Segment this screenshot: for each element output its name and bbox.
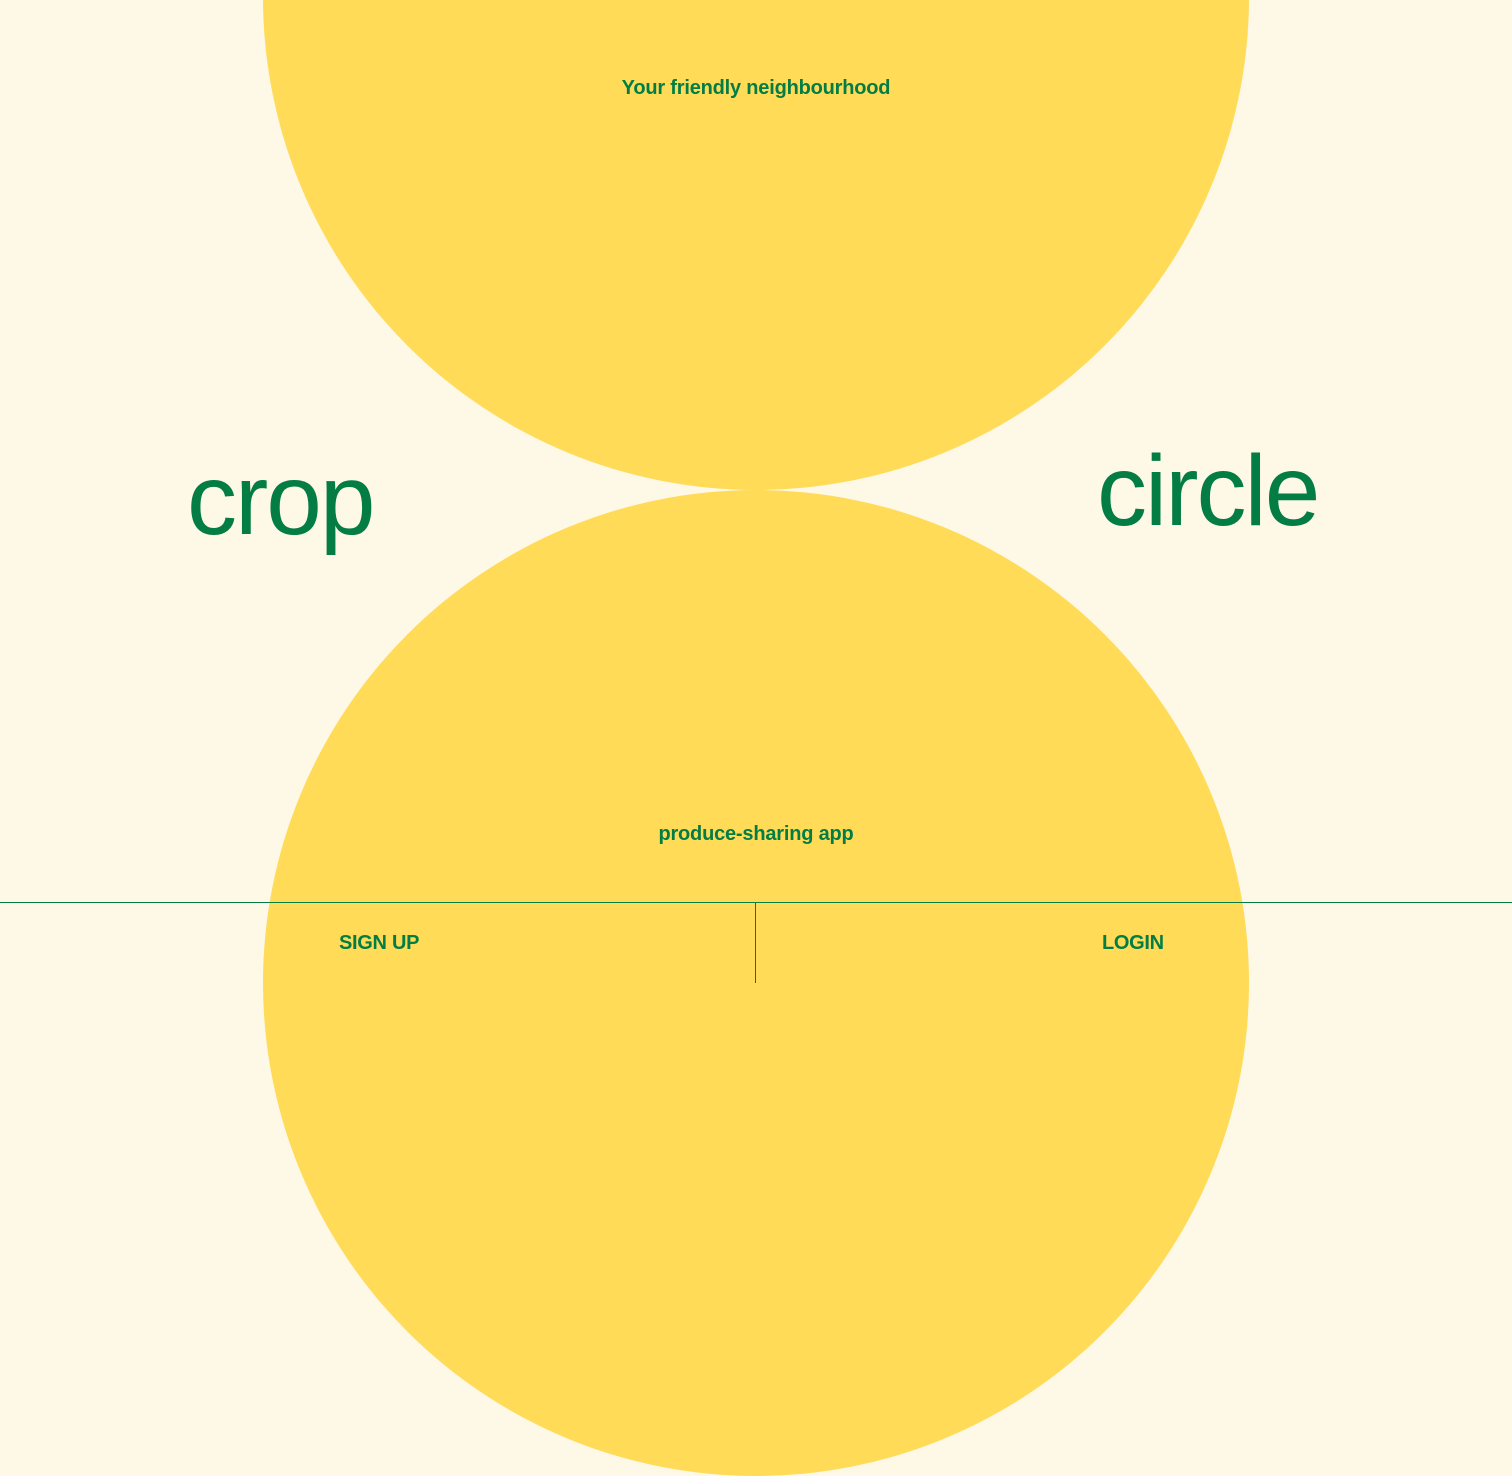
tagline-bottom: produce-sharing app (658, 823, 854, 845)
login-button[interactable]: LOGIN (1102, 903, 1164, 983)
footer-action-bar: SIGN UP LOGIN (0, 902, 1512, 983)
tagline-top: Your friendly neighbourhood (621, 77, 891, 99)
bottom-semicircle-graphic (263, 490, 1249, 1476)
sign-up-button[interactable]: SIGN UP (339, 903, 419, 983)
brand-word-circle: circle (1097, 435, 1320, 547)
footer-divider (755, 903, 756, 983)
top-semicircle-graphic (263, 0, 1249, 490)
brand-word-crop: crop (187, 444, 376, 556)
